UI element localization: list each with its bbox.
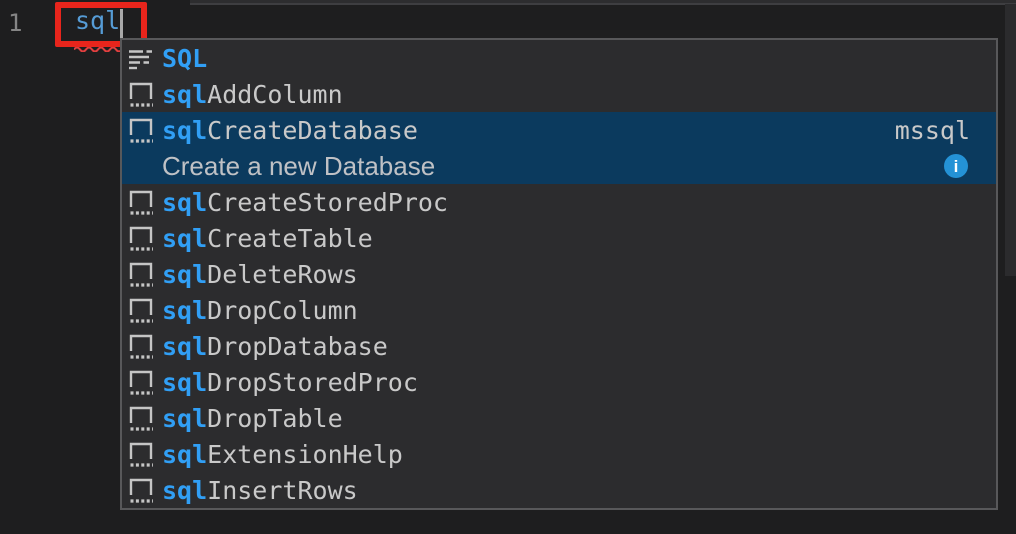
suggestion-item-sqlcreatedatabase[interactable]: sqlCreateDatabase mssql	[122, 112, 996, 148]
suggestion-description: Create a new Database	[162, 151, 435, 182]
suggestion-item-sqlinsertrows[interactable]: sqlInsertRows	[122, 472, 996, 508]
suggestion-label: sqlDeleteRows	[162, 262, 358, 287]
suggestion-label: sqlExtensionHelp	[162, 442, 403, 467]
suggestion-item-sqlcreatetable[interactable]: sqlCreateTable	[122, 220, 996, 256]
snippet-icon	[128, 80, 154, 108]
suggestion-item-sqldeleterows[interactable]: sqlDeleteRows	[122, 256, 996, 292]
suggestion-description-row: Create a new Database i	[122, 148, 996, 184]
snippet-icon	[128, 260, 154, 288]
snippet-icon	[128, 368, 154, 396]
suggestion-item-sqldropdatabase[interactable]: sqlDropDatabase	[122, 328, 996, 364]
snippet-icon	[128, 116, 154, 144]
code-editor[interactable]: 1 sql SQLsqlAddColumnsqlCreateDatabasems…	[0, 0, 1016, 534]
line-number: 1	[8, 9, 22, 38]
snippet-icon	[128, 224, 154, 252]
suggestion-item-sqldroptable[interactable]: sqlDropTable	[122, 400, 996, 436]
suggestion-label: sqlDropTable	[162, 406, 343, 431]
snippet-icon	[128, 332, 154, 360]
suggestion-item-sqldropcolumn[interactable]: sqlDropColumn	[122, 292, 996, 328]
snippet-icon	[128, 188, 154, 216]
suggestion-item-sqlcreatestoredproc[interactable]: sqlCreateStoredProc	[122, 184, 996, 220]
snippet-icon	[128, 440, 154, 468]
suggestion-label: sqlDropDatabase	[162, 334, 388, 359]
suggestion-item-sqladdcolumn[interactable]: sqlAddColumn	[122, 76, 996, 112]
suggest-widget: SQL sqlAddColumn sqlCreateDatabase mssql Cre…	[120, 38, 998, 510]
suggestion-item-sqlextensionhelp[interactable]: sqlExtensionHelp	[122, 436, 996, 472]
snippet-icon	[128, 476, 154, 504]
snippet-icon	[128, 296, 154, 324]
suggestion-detail: mssql	[895, 116, 996, 145]
suggestion-label: sqlDropColumn	[162, 298, 358, 323]
suggestion-label: sqlInsertRows	[162, 478, 358, 503]
suggestion-label: sqlCreateDatabase	[162, 118, 418, 143]
snippet-icon	[128, 404, 154, 432]
suggestion-item-sqldropstoredproc[interactable]: sqlDropStoredProc	[122, 364, 996, 400]
suggestion-item-sql[interactable]: SQL	[122, 40, 996, 76]
suggestion-label: SQL	[162, 46, 207, 71]
editor-scrollbar[interactable]	[1005, 4, 1016, 276]
suggestion-label: sqlAddColumn	[162, 82, 343, 107]
editor-top-border	[190, 0, 1016, 5]
suggestion-label: sqlDropStoredProc	[162, 370, 418, 395]
suggestion-label: sqlCreateTable	[162, 226, 373, 251]
suggestion-label: sqlCreateStoredProc	[162, 190, 448, 215]
info-icon[interactable]: i	[944, 154, 968, 178]
text-icon	[128, 44, 154, 72]
